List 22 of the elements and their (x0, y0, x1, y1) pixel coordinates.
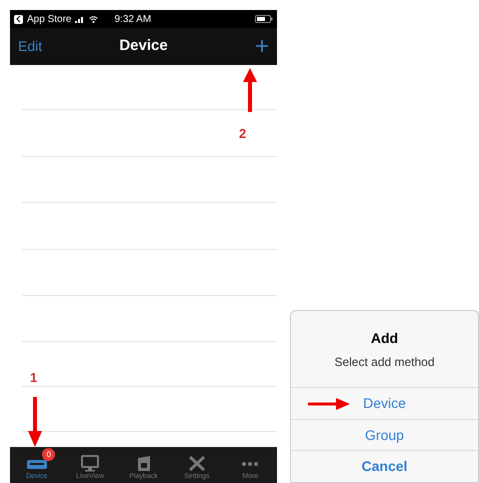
monitor-icon (79, 454, 102, 472)
sheet-action[interactable]: Group (365, 424, 404, 446)
add-button[interactable]: + (229, 34, 269, 58)
edit-button[interactable]: Edit (18, 36, 58, 57)
step-number: 2 (239, 125, 246, 143)
signal-icon (75, 16, 86, 22)
more-icon (240, 460, 260, 466)
badge: 0 (42, 448, 56, 461)
sheet-message: Select add method (334, 354, 435, 370)
cancel-button[interactable]: Cancel (362, 456, 408, 478)
annotation-arrow (243, 68, 257, 112)
step-number: 1 (30, 369, 38, 387)
annotation-arrow (308, 398, 350, 410)
back-icon (14, 14, 23, 24)
nav-title: Device (119, 36, 168, 56)
battery-icon (255, 15, 273, 23)
sheet-action[interactable]: Device (363, 392, 406, 414)
sheet-title: Add (370, 328, 398, 348)
annotation-arrow (28, 397, 42, 447)
wifi-icon (89, 16, 98, 22)
status-app-name: App Store (27, 12, 72, 26)
status-time: 9:32 AM (114, 12, 152, 26)
